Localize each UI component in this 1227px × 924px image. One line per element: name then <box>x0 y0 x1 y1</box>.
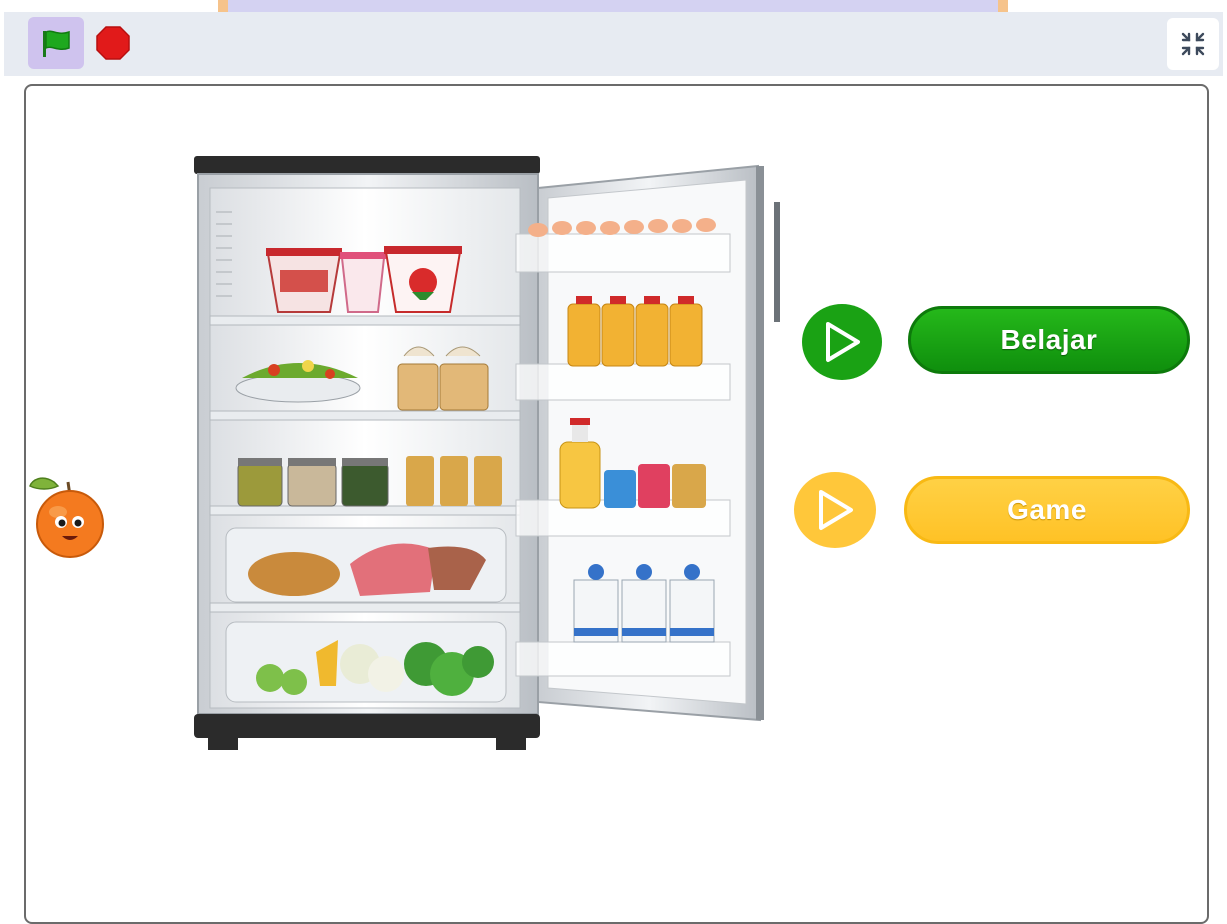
stop-button[interactable] <box>96 26 130 60</box>
stage-toolbar <box>4 12 1223 76</box>
game-button[interactable]: Game <box>904 476 1190 544</box>
stage[interactable]: Belajar Game <box>24 84 1209 924</box>
orange-mascot-sprite[interactable] <box>28 472 108 564</box>
top-strip <box>0 0 1227 12</box>
belajar-play-icon[interactable] <box>800 302 884 382</box>
game-play-icon[interactable] <box>792 470 878 550</box>
belajar-button[interactable]: Belajar <box>908 306 1190 374</box>
game-button-label: Game <box>1007 494 1087 525</box>
green-flag-icon <box>43 30 70 57</box>
exit-fullscreen-button[interactable] <box>1167 18 1219 70</box>
belajar-button-label: Belajar <box>1000 324 1098 355</box>
refrigerator-illustration <box>194 156 780 750</box>
exit-fullscreen-icon <box>1181 32 1205 56</box>
header-banner <box>218 0 1008 12</box>
stop-sign-icon <box>96 26 130 60</box>
green-flag-button[interactable] <box>28 17 84 69</box>
